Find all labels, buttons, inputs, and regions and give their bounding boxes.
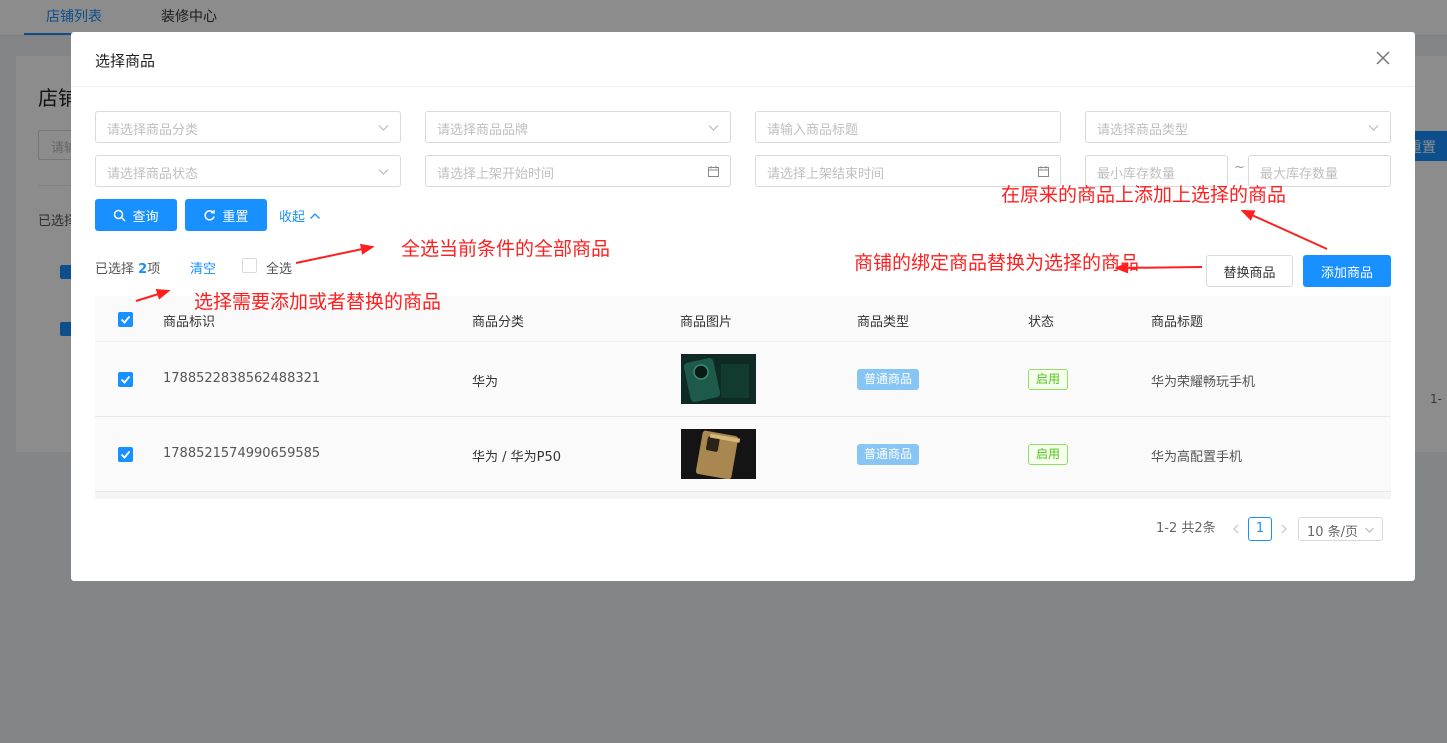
header-checkbox[interactable] <box>118 312 133 327</box>
product-image <box>681 429 756 479</box>
product-type-tag: 普通商品 <box>857 369 920 390</box>
category-placeholder: 请选择商品分类 <box>107 123 199 138</box>
row-id: 1788521574990659585 <box>163 446 321 461</box>
selection-info: 已选择 2项 <box>95 258 160 277</box>
search-button[interactable]: 查询 <box>95 199 177 231</box>
annotation-select-all: 全选当前条件的全部商品 <box>401 238 611 260</box>
chevron-down-icon <box>378 125 389 131</box>
annotation-add: 在原来的商品上添加上选择的商品 <box>1001 184 1287 206</box>
reset-button-label: 重置 <box>222 209 249 225</box>
selection-prefix: 已选择 <box>95 262 135 277</box>
row-title: 华为高配置手机 <box>1151 450 1243 465</box>
page-number-current[interactable]: 1 <box>1248 517 1272 541</box>
chevron-down-icon <box>1365 527 1374 533</box>
row-checkbox[interactable] <box>118 447 133 462</box>
title-placeholder: 请输入商品标题 <box>767 123 859 138</box>
replace-products-label: 替换商品 <box>1223 265 1276 281</box>
calendar-icon <box>708 166 719 177</box>
row-category: 华为 <box>472 375 499 390</box>
close-icon[interactable] <box>1371 46 1395 70</box>
annotation-select-items: 选择需要添加或者替换的商品 <box>194 291 442 313</box>
range-separator: ~ <box>1234 160 1245 175</box>
clear-selection-link[interactable]: 清空 <box>190 258 216 277</box>
category-select[interactable]: 请选择商品分类 <box>95 111 401 143</box>
chevron-down-icon <box>1368 125 1379 131</box>
table-scrollbar[interactable] <box>95 492 1391 499</box>
replace-products-button[interactable]: 替换商品 <box>1206 255 1293 287</box>
reset-button[interactable]: 重置 <box>185 199 267 231</box>
collapse-toggle[interactable]: 收起 <box>279 206 321 225</box>
end-time-placeholder: 请选择上架结束时间 <box>767 167 885 182</box>
check-icon <box>120 375 131 384</box>
brand-select[interactable]: 请选择商品品牌 <box>425 111 731 143</box>
product-image <box>681 354 756 404</box>
pagination-summary: 1-2 共2条 <box>1156 521 1216 536</box>
chevron-down-icon <box>708 125 719 131</box>
column-header-type: 商品类型 <box>857 315 910 330</box>
chevron-right-icon[interactable] <box>1279 523 1289 535</box>
start-time-picker[interactable]: 请选择上架开始时间 <box>425 155 731 187</box>
search-button-label: 查询 <box>132 209 159 225</box>
row-id: 1788522838562488321 <box>163 371 321 386</box>
check-icon <box>120 450 131 459</box>
status-badge: 启用 <box>1028 369 1069 390</box>
modal-header: 选择商品 <box>71 32 1415 87</box>
add-products-label: 添加商品 <box>1320 265 1373 281</box>
status-badge: 启用 <box>1028 444 1069 465</box>
page-size-label: 10 条/页 <box>1307 525 1359 540</box>
table-row[interactable]: 1788521574990659585 华为 / 华为P50 普通商品 启用 华… <box>95 417 1391 492</box>
modal-title: 选择商品 <box>95 52 156 70</box>
selection-suffix: 项 <box>147 262 161 277</box>
type-placeholder: 请选择商品类型 <box>1097 123 1189 138</box>
row-checkbox[interactable] <box>118 372 133 387</box>
calendar-icon <box>1038 166 1049 177</box>
brand-placeholder: 请选择商品品牌 <box>437 123 529 138</box>
column-header-title: 商品标题 <box>1151 315 1204 330</box>
column-header-status: 状态 <box>1028 315 1055 330</box>
status-placeholder: 请选择商品状态 <box>107 167 199 182</box>
refresh-icon <box>204 209 216 221</box>
check-icon <box>120 315 131 324</box>
column-header-image: 商品图片 <box>680 315 733 330</box>
selection-count: 2 <box>138 262 148 277</box>
title-input[interactable]: 请输入商品标题 <box>755 111 1061 143</box>
column-header-category: 商品分类 <box>472 315 525 330</box>
select-all-label[interactable]: 全选 <box>266 258 292 277</box>
search-icon <box>114 209 127 222</box>
add-products-button[interactable]: 添加商品 <box>1303 255 1391 287</box>
select-all-checkbox[interactable] <box>242 258 257 273</box>
start-time-placeholder: 请选择上架开始时间 <box>437 167 555 182</box>
chevron-down-icon <box>378 169 389 175</box>
type-select[interactable]: 请选择商品类型 <box>1085 111 1391 143</box>
chevron-left-icon[interactable] <box>1231 523 1241 535</box>
chevron-up-icon <box>310 213 321 219</box>
row-title: 华为荣耀畅玩手机 <box>1151 375 1256 390</box>
table-row[interactable]: 1788522838562488321 华为 普通商品 启用 华为荣耀畅玩手机 <box>95 342 1391 417</box>
annotation-replace: 商铺的绑定商品替换为选择的商品 <box>854 252 1140 274</box>
page-size-select[interactable]: 10 条/页 <box>1298 517 1383 541</box>
row-category: 华为 / 华为P50 <box>472 450 562 465</box>
collapse-label: 收起 <box>279 210 306 225</box>
status-select[interactable]: 请选择商品状态 <box>95 155 401 187</box>
product-type-tag: 普通商品 <box>857 444 920 465</box>
